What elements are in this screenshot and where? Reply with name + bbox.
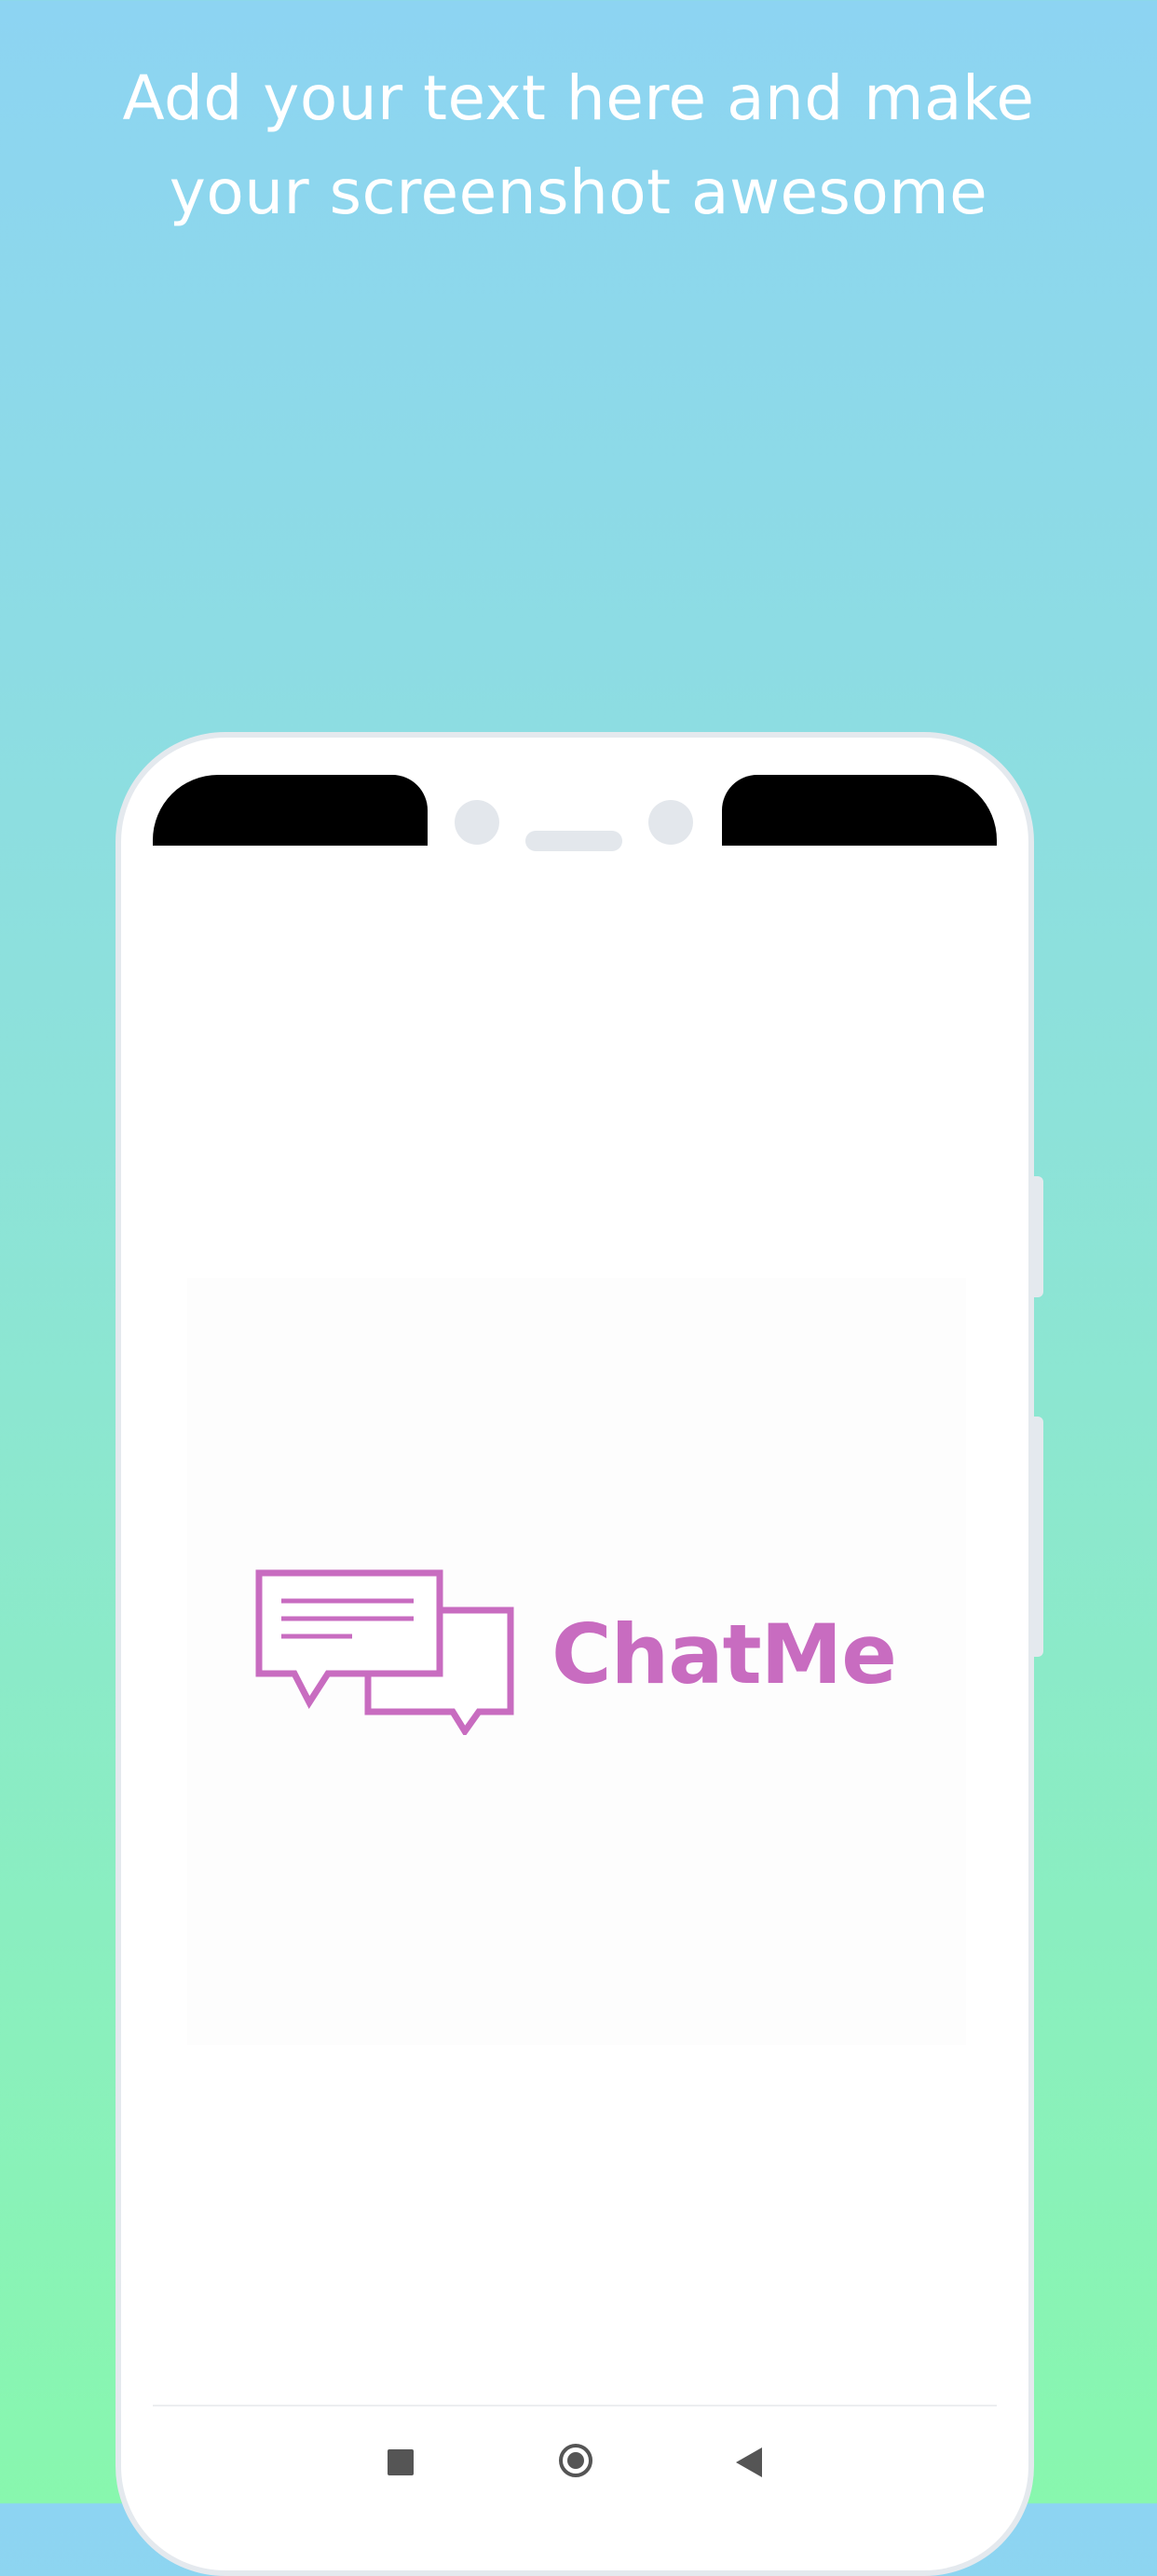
- square-icon[interactable]: [388, 2449, 414, 2475]
- navbar-divider: [153, 2405, 997, 2407]
- earpiece-speaker: [525, 831, 622, 851]
- front-camera-icon: [455, 800, 499, 845]
- power-button: [1033, 1417, 1043, 1657]
- triangle-back-icon[interactable]: [736, 2447, 762, 2477]
- headline-line-2: your screenshot awesome: [169, 156, 988, 228]
- phone-mockup: ChatMe: [116, 732, 1043, 2576]
- chat-bubbles-icon: [255, 1569, 514, 1735]
- app-name-logo: ChatMe: [551, 1607, 897, 1702]
- promo-headline: Add your text here and make your screens…: [0, 51, 1157, 239]
- volume-button: [1033, 1176, 1043, 1297]
- status-bar-right-cutout: [722, 775, 997, 846]
- sensor-icon: [648, 800, 693, 845]
- headline-line-1: Add your text here and make: [122, 62, 1035, 134]
- circle-home-icon[interactable]: [559, 2444, 592, 2477]
- status-bar-left-cutout: [153, 775, 428, 846]
